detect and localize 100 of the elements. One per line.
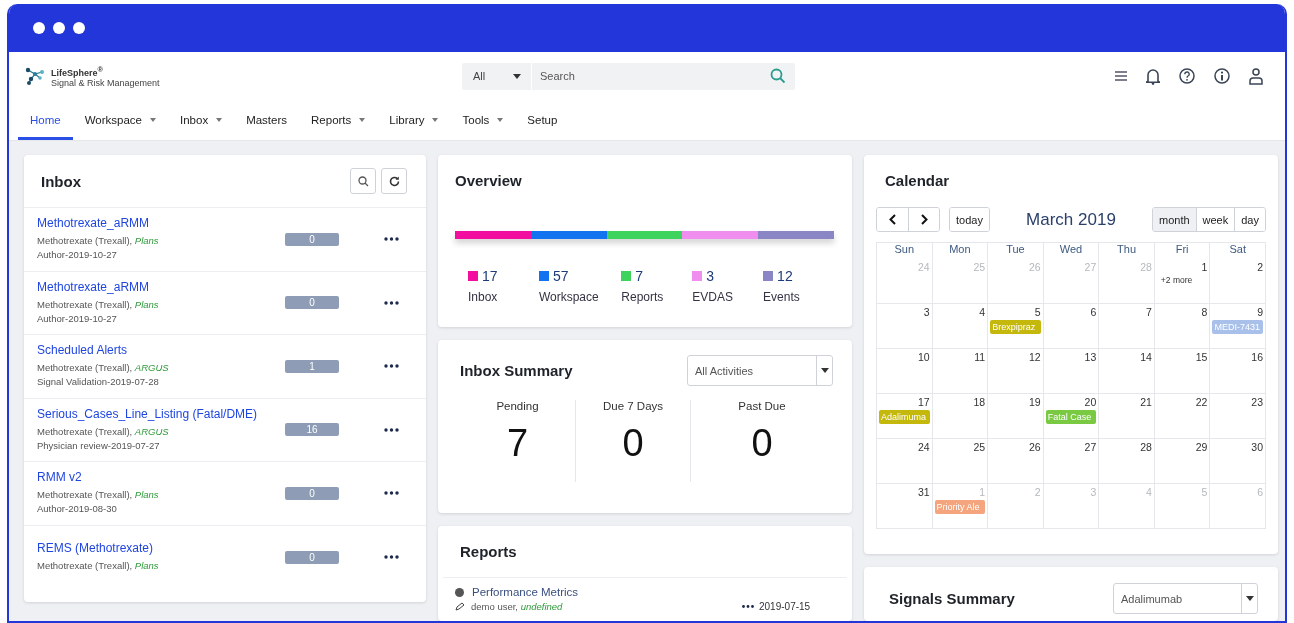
more-icon[interactable]	[384, 491, 399, 496]
today-button[interactable]: today	[950, 208, 989, 231]
more-icon[interactable]	[742, 605, 754, 608]
search-icon[interactable]	[770, 68, 786, 84]
inbox-item-link[interactable]: RMM v2	[37, 470, 285, 485]
view-toggle[interactable]: month	[1153, 208, 1196, 231]
more-events-link[interactable]: +2 more	[1156, 275, 1208, 285]
day-number[interactable]: 18	[973, 396, 986, 408]
day-number[interactable]: 2	[1257, 261, 1263, 273]
day-number[interactable]: 1	[1201, 261, 1208, 273]
nav-tab[interactable]: Tools	[450, 100, 516, 140]
report-date: 2019-07-15	[759, 601, 811, 612]
report-link[interactable]: Performance Metrics	[472, 586, 579, 598]
more-icon[interactable]	[384, 237, 399, 242]
day-number[interactable]: 23	[1251, 396, 1263, 408]
weekday-header: Sun	[877, 243, 933, 259]
day-number[interactable]: 11	[974, 351, 986, 363]
day-number[interactable]: 17	[917, 396, 930, 408]
day-number[interactable]: 26	[1029, 441, 1041, 453]
inbox-item-stage: Author-2019-10-27	[37, 311, 118, 326]
stat-label: Due 7 Days	[602, 400, 664, 412]
nav-tab[interactable]: Library	[377, 100, 451, 140]
count-badge: 16	[285, 423, 339, 437]
legend-label: Reports	[621, 290, 665, 304]
logo-icon	[25, 66, 45, 86]
weekday-header: Tue	[988, 243, 1044, 259]
stat-value: 0	[622, 422, 644, 465]
day-number[interactable]: 8	[1201, 306, 1208, 318]
nav-tab[interactable]: Setup	[515, 100, 570, 140]
search-scope-dropdown[interactable]: All	[462, 62, 532, 90]
more-icon[interactable]	[384, 427, 399, 432]
day-number[interactable]: 14	[1140, 351, 1152, 363]
day-number[interactable]: 12	[1029, 351, 1041, 363]
report-owner: demo user, undefined	[471, 601, 563, 612]
day-number[interactable]: 6	[1090, 306, 1097, 318]
day-number[interactable]: 24	[917, 441, 930, 453]
day-number[interactable]: 31	[917, 486, 930, 498]
menu-icon[interactable]	[1115, 71, 1127, 81]
count-badge: 0	[285, 296, 339, 310]
legend-label: Workspace	[538, 290, 600, 304]
day-number[interactable]: 3	[923, 306, 930, 318]
day-number[interactable]: 5	[1034, 306, 1041, 318]
inbox-item-link[interactable]: REMS (Methotrexate)	[37, 541, 285, 556]
inbox-item-link[interactable]: Methotrexate_aRMM	[37, 279, 285, 294]
nav-tab[interactable]: Masters	[234, 100, 300, 140]
day-number[interactable]: 25	[973, 441, 986, 453]
more-icon[interactable]	[384, 555, 399, 560]
inbox-item-link[interactable]: Methotrexate_aRMM	[37, 216, 285, 231]
nav-tab[interactable]: Inbox	[168, 100, 235, 140]
inbox-item-link[interactable]: Scheduled Alerts	[37, 343, 285, 358]
nav-tab[interactable]: Workspace	[72, 100, 168, 140]
day-number[interactable]: 29	[1195, 441, 1208, 453]
day-number[interactable]: 7	[1146, 306, 1152, 318]
chevron-right-icon	[920, 214, 928, 225]
filter-dropdown[interactable]: Adalimumab	[1113, 583, 1258, 614]
legend-label: Events	[763, 290, 801, 304]
calendar-month-title: March 2019	[1025, 209, 1117, 230]
count-badge: 1	[285, 359, 339, 373]
day-number[interactable]: 28	[1140, 441, 1152, 453]
product-subtitle: Signal & Risk Management	[51, 77, 160, 88]
help-icon[interactable]	[1179, 68, 1195, 84]
day-number[interactable]: 20	[1084, 396, 1097, 408]
day-number[interactable]: 19	[1029, 396, 1041, 408]
info-icon[interactable]	[1214, 68, 1230, 84]
inbox-item-link[interactable]: Serious_Cases_Line_Listing (Fatal/DME)	[37, 406, 285, 421]
card-title: Calendar	[884, 172, 951, 189]
more-icon[interactable]	[384, 364, 399, 369]
day-number[interactable]: 10	[917, 351, 930, 363]
refresh-button[interactable]	[381, 168, 407, 194]
day-number[interactable]: 15	[1195, 351, 1208, 363]
search-button[interactable]	[350, 168, 376, 194]
day-number[interactable]: 16	[1251, 351, 1263, 363]
nav-tab[interactable]: Reports	[299, 100, 378, 140]
view-toggle[interactable]: day	[1234, 208, 1265, 231]
pen-icon	[455, 602, 466, 611]
user-icon[interactable]	[1249, 67, 1263, 85]
day-number[interactable]: 21	[1140, 396, 1152, 408]
weekday-header: Sat	[1210, 243, 1266, 259]
day-number[interactable]: 22	[1195, 396, 1208, 408]
search-bar[interactable]: All Search	[462, 62, 795, 90]
day-number[interactable]: 13	[1084, 351, 1097, 363]
day-number[interactable]: 30	[1251, 441, 1263, 453]
search-icon	[357, 175, 369, 187]
next-button[interactable]	[908, 208, 939, 231]
more-icon[interactable]	[384, 300, 399, 305]
filter-dropdown[interactable]: All Activities	[687, 355, 833, 386]
bell-icon[interactable]	[1146, 67, 1160, 85]
weekday-header: Thu	[1099, 243, 1155, 259]
day-number[interactable]: 4	[979, 306, 986, 318]
day-number[interactable]: 9	[1257, 306, 1263, 318]
search-field[interactable]: Search	[532, 70, 770, 82]
card-title: Inbox Summary	[460, 362, 573, 379]
weekday-header: Mon	[932, 243, 989, 259]
day-number[interactable]: 27	[1084, 441, 1097, 453]
stat-value: 7	[506, 422, 529, 465]
legend-count: 7	[635, 268, 644, 284]
inbox-item-source: Methotrexate (Trexall), ARGUS	[37, 424, 170, 439]
inbox-item-source: Methotrexate (Trexall), Plans	[37, 234, 160, 249]
count-badge: 0	[285, 486, 339, 500]
legend-count: 12	[777, 268, 793, 284]
